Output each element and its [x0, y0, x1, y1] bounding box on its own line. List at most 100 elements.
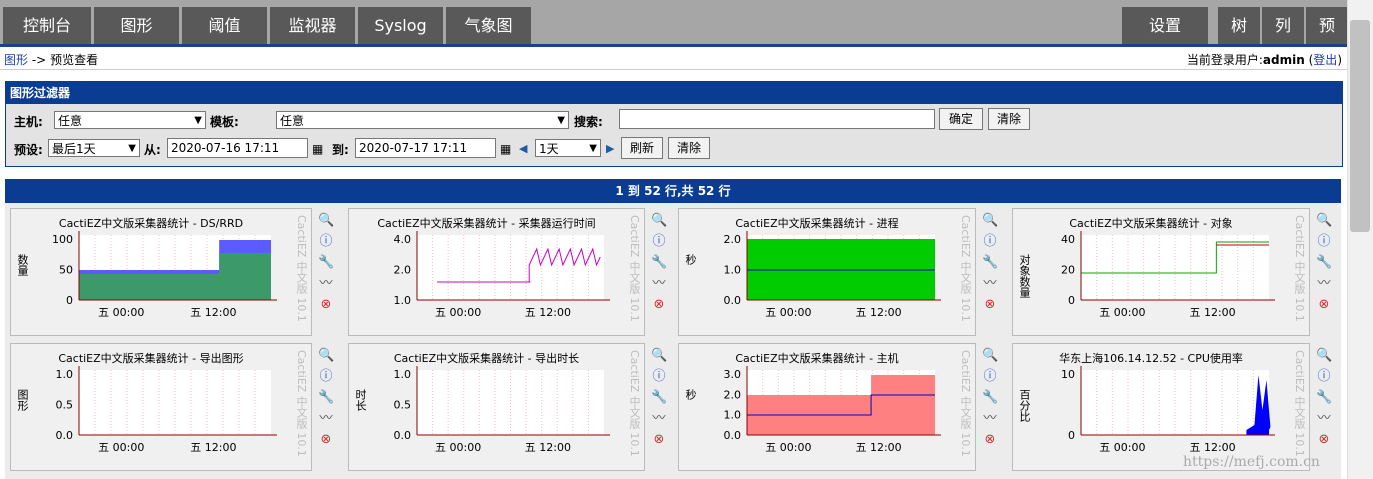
info-icon[interactable]: ⓘ	[651, 369, 667, 385]
arrow-right-icon[interactable]: ▶	[606, 142, 614, 155]
graph-card[interactable]: 华东上海106.14.12.52 - CPU使用率 CactiEZ 中文版 10.…	[1012, 343, 1310, 471]
delete-icon[interactable]: ⊗	[651, 432, 667, 448]
tab-monitor[interactable]: 监视器	[270, 7, 355, 44]
delete-icon[interactable]: ⊗	[982, 432, 998, 448]
tab-syslog[interactable]: Syslog	[358, 7, 443, 44]
graph-card[interactable]: CactiEZ中文版采集器统计 - 主机 CactiEZ 中文版 10.1 秒 3.0…	[678, 343, 976, 471]
zoom-icon[interactable]: 🔍	[982, 213, 998, 229]
delete-icon[interactable]: ⊗	[318, 432, 334, 448]
graph-plot: 4.0 2.0 1.0 五 00:00 五 12:00	[394, 231, 610, 319]
trend-icon[interactable]: 〰	[318, 276, 334, 292]
x-tick-label: 五 00:00	[98, 441, 144, 454]
template-select[interactable]: 任意 ▼	[276, 111, 569, 129]
tab-console[interactable]: 控制台	[3, 7, 91, 44]
y-tick-label: 2.0	[724, 388, 742, 401]
filter-title: 图形过滤器	[6, 82, 1342, 104]
clear-button[interactable]: 清除	[988, 108, 1030, 130]
to-label: 到:	[332, 143, 349, 157]
y-tick-label: 3.0	[724, 368, 742, 381]
info-icon[interactable]: ⓘ	[982, 234, 998, 250]
delete-icon[interactable]: ⊗	[1316, 297, 1332, 313]
timespan-select[interactable]: 1天 ▼	[535, 139, 601, 157]
graph-plot: 10 0 五 00:00 五 12:00	[1061, 366, 1275, 454]
login-user: admin	[1262, 53, 1305, 67]
zoom-icon[interactable]: 🔍	[318, 348, 334, 364]
zoom-icon[interactable]: 🔍	[651, 348, 667, 364]
tab-thresholds[interactable]: 阈值	[182, 7, 267, 44]
delete-icon[interactable]: ⊗	[651, 297, 667, 313]
delete-icon[interactable]: ⊗	[318, 297, 334, 313]
tab-settings[interactable]: 设置	[1122, 7, 1208, 44]
logout-link[interactable]: 登出	[1313, 53, 1337, 67]
delete-icon[interactable]: ⊗	[982, 297, 998, 313]
info-icon[interactable]: ⓘ	[318, 234, 334, 250]
wrench-icon[interactable]: 🔧	[982, 255, 998, 271]
graph-card[interactable]: CactiEZ中文版采集器统计 - 对象 CactiEZ 中文版 10.1 对象数量…	[1012, 208, 1310, 336]
info-icon[interactable]: ⓘ	[318, 369, 334, 385]
ok-button[interactable]: 确定	[939, 108, 983, 130]
calendar-icon[interactable]: ▦	[500, 142, 511, 156]
wrench-icon[interactable]: 🔧	[318, 255, 334, 271]
y-tick-label: 0.0	[394, 429, 412, 442]
trend-icon[interactable]: 〰	[1316, 276, 1332, 292]
wrench-icon[interactable]: 🔧	[1316, 255, 1332, 271]
graph-actions: 🔍 ⓘ 🔧 〰 ⊗	[651, 213, 671, 318]
tab-list[interactable]: 列	[1262, 7, 1304, 44]
trend-icon[interactable]: 〰	[982, 411, 998, 427]
wrench-icon[interactable]: 🔧	[318, 390, 334, 406]
graph-filter-panel: 图形过滤器 主机: 任意 ▼ 模板: 任意 ▼ 搜索: 确定 清除 预设: 最后1天…	[5, 81, 1343, 167]
preset-select[interactable]: 最后1天 ▼	[48, 139, 140, 157]
delete-icon[interactable]: ⊗	[1316, 432, 1332, 448]
zoom-icon[interactable]: 🔍	[1316, 348, 1332, 364]
x-tick-label: 五 00:00	[1099, 441, 1145, 454]
tab-tree[interactable]: 树	[1218, 7, 1260, 44]
from-input[interactable]: 2020-07-16 17:11	[167, 138, 308, 158]
search-input[interactable]	[619, 109, 935, 129]
info-icon[interactable]: ⓘ	[1316, 369, 1332, 385]
info-icon[interactable]: ⓘ	[651, 234, 667, 250]
wrench-icon[interactable]: 🔧	[1316, 390, 1332, 406]
to-input[interactable]: 2020-07-17 17:11	[355, 138, 496, 158]
trend-icon[interactable]: 〰	[651, 276, 667, 292]
refresh-button[interactable]: 刷新	[621, 137, 663, 159]
host-value: 任意	[58, 114, 83, 128]
tab-preview[interactable]: 预	[1306, 7, 1348, 44]
zoom-icon[interactable]: 🔍	[1316, 213, 1332, 229]
breadcrumb-link-graphs[interactable]: 图形	[4, 53, 28, 67]
zoom-icon[interactable]: 🔍	[651, 213, 667, 229]
scrollbar-thumb[interactable]	[1350, 20, 1370, 232]
y-tick-label: 1.0	[394, 294, 412, 307]
pager-bar: 1 到 52 行,共 52 行	[5, 179, 1341, 203]
scrollbar[interactable]	[1347, 0, 1373, 479]
zoom-icon[interactable]: 🔍	[318, 213, 334, 229]
clear-filter-button[interactable]: 清除	[668, 137, 710, 159]
graph-card[interactable]: CactiEZ中文版采集器统计 - 导出时长 CactiEZ 中文版 10.1 时长…	[348, 343, 645, 471]
host-label: 主机:	[14, 115, 43, 129]
zoom-icon[interactable]: 🔍	[982, 348, 998, 364]
y-tick-label: 0.0	[724, 429, 742, 442]
tab-graphs[interactable]: 图形	[94, 7, 179, 44]
info-icon[interactable]: ⓘ	[1316, 234, 1332, 250]
graph-card[interactable]: CactiEZ中文版采集器统计 - 进程 CactiEZ 中文版 10.1 秒 2.0…	[678, 208, 976, 336]
chevron-down-icon: ▼	[557, 115, 565, 126]
y-tick-label: 1.0	[724, 264, 742, 277]
graph-card[interactable]: CactiEZ中文版采集器统计 - 采集器运行时间 CactiEZ 中文版 10.…	[348, 208, 645, 336]
y-tick-label: 40	[1061, 233, 1075, 246]
tab-weathermap[interactable]: 气象图	[446, 7, 531, 44]
breadcrumb-sep: ->	[31, 53, 47, 67]
trend-icon[interactable]: 〰	[982, 276, 998, 292]
wrench-icon[interactable]: 🔧	[982, 390, 998, 406]
graph-card[interactable]: CactiEZ中文版采集器统计 - DS/RRD CactiEZ 中文版 10.1…	[10, 208, 312, 336]
trend-icon[interactable]: 〰	[318, 411, 334, 427]
info-icon[interactable]: ⓘ	[982, 369, 998, 385]
graph-plot: 100 50 0 五 00:00 五 12:00	[52, 231, 277, 319]
wrench-icon[interactable]: 🔧	[651, 390, 667, 406]
host-select[interactable]: 任意 ▼	[54, 111, 206, 129]
chevron-down-icon: ▼	[589, 143, 597, 154]
wrench-icon[interactable]: 🔧	[651, 255, 667, 271]
arrow-left-icon[interactable]: ◀	[519, 142, 527, 155]
trend-icon[interactable]: 〰	[651, 411, 667, 427]
calendar-icon[interactable]: ▦	[312, 142, 323, 156]
trend-icon[interactable]: 〰	[1316, 411, 1332, 427]
graph-card[interactable]: CactiEZ中文版采集器统计 - 导出图形 CactiEZ 中文版 10.1 图形…	[10, 343, 312, 471]
